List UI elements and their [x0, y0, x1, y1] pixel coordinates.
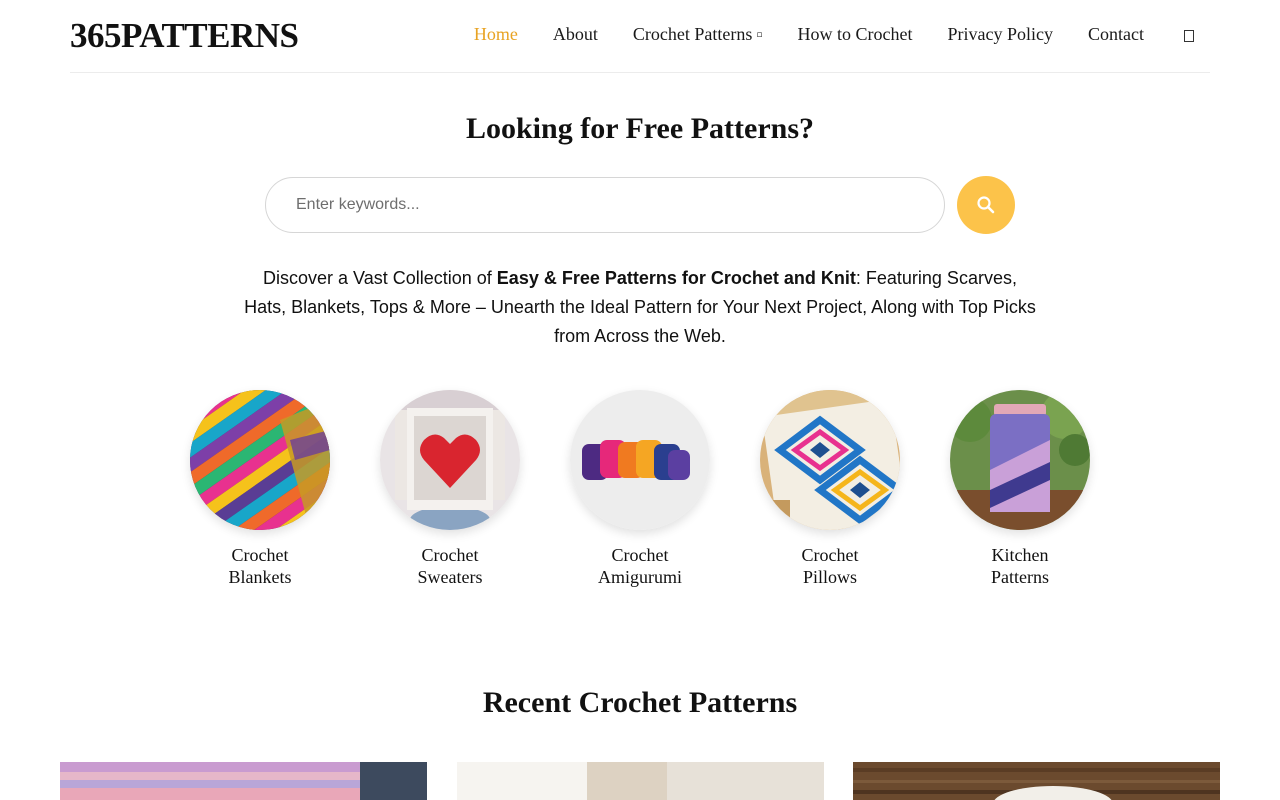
- category-label: Crochet Amigurumi: [570, 544, 710, 588]
- category-label-line2: Patterns: [991, 567, 1049, 587]
- category-label: Crochet Sweaters: [380, 544, 520, 588]
- site-header: 365PATTERNS Home About Crochet Patterns ▫…: [70, 0, 1210, 73]
- category-label-line1: Crochet: [231, 545, 289, 565]
- hero-title: Looking for Free Patterns?: [465, 112, 814, 145]
- recent-pattern-card-3[interactable]: [853, 762, 1220, 800]
- nav-about[interactable]: About: [553, 24, 598, 45]
- keyword-search-input[interactable]: [265, 177, 945, 233]
- category-image-pillows: [760, 390, 900, 530]
- category-crochet-blankets[interactable]: Crochet Blankets: [190, 390, 330, 588]
- category-label-line2: Amigurumi: [598, 567, 682, 587]
- recent-pattern-image-1: [60, 762, 427, 800]
- category-kitchen-patterns[interactable]: Kitchen Patterns: [950, 390, 1090, 588]
- category-crochet-pillows[interactable]: Crochet Pillows: [760, 390, 900, 588]
- category-label-line1: Kitchen: [991, 545, 1049, 565]
- intro-pre: Discover a Vast Collection of: [263, 268, 497, 288]
- recent-pattern-card-1[interactable]: [60, 762, 427, 800]
- category-label-line2: Pillows: [802, 567, 858, 587]
- category-image-amigurumi: [570, 390, 710, 530]
- nav-crochet-patterns[interactable]: Crochet Patterns ▫: [633, 24, 763, 45]
- nav-home[interactable]: Home: [474, 24, 518, 45]
- dropdown-icon: ▫: [756, 30, 763, 40]
- category-label: Crochet Pillows: [760, 544, 900, 588]
- search-toggle-icon[interactable]: [1182, 27, 1196, 43]
- category-label-line2: Blankets: [228, 567, 292, 587]
- category-image-kitchen: [950, 390, 1090, 530]
- nav-how-to-crochet[interactable]: How to Crochet: [798, 24, 913, 45]
- category-label-line1: Crochet: [421, 545, 479, 565]
- intro-bold: Easy & Free Patterns for Crochet and Kni…: [496, 268, 856, 288]
- main-nav: Home About Crochet Patterns ▫ How to Croc…: [439, 24, 1210, 45]
- site-logo[interactable]: 365PATTERNS: [70, 16, 299, 56]
- category-crochet-amigurumi[interactable]: Crochet Amigurumi: [570, 390, 710, 588]
- nav-privacy-policy[interactable]: Privacy Policy: [948, 24, 1054, 45]
- magnifier-icon: [977, 196, 995, 214]
- category-label: Crochet Blankets: [190, 544, 330, 588]
- category-label-line2: Sweaters: [417, 567, 483, 587]
- category-label-line1: Crochet: [801, 545, 859, 565]
- recent-pattern-card-2[interactable]: [457, 762, 824, 800]
- recent-pattern-image-3: [853, 762, 1220, 800]
- category-crochet-sweaters[interactable]: Crochet Sweaters: [380, 390, 520, 588]
- category-list: Crochet Blankets Crochet Sweaters Croche…: [190, 390, 1090, 600]
- search-submit-button[interactable]: [957, 176, 1015, 234]
- category-image-sweaters: [380, 390, 520, 530]
- category-image-blankets: [190, 390, 330, 530]
- category-label: Kitchen Patterns: [950, 544, 1090, 588]
- category-label-line1: Crochet: [611, 545, 669, 565]
- nav-contact[interactable]: Contact: [1088, 24, 1144, 45]
- recent-patterns-title: Recent Crochet Patterns: [482, 686, 798, 719]
- recent-pattern-image-2: [457, 762, 824, 800]
- nav-crochet-patterns-label: Crochet Patterns: [632, 24, 753, 44]
- intro-text: Discover a Vast Collection of Easy & Fre…: [240, 264, 1040, 351]
